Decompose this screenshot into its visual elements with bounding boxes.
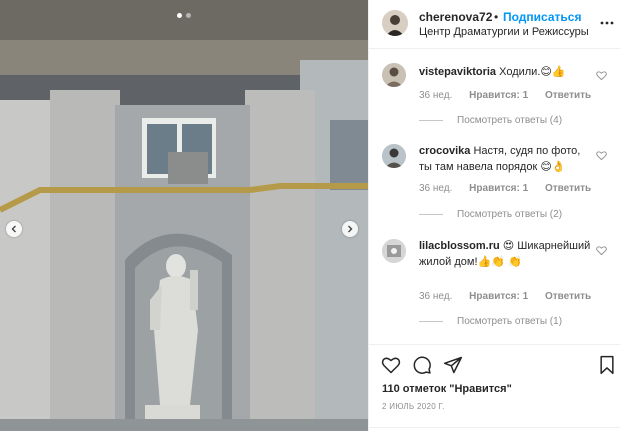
comment-username[interactable]: vistepaviktoria [419,66,496,78]
next-button[interactable] [342,221,358,237]
comment-text: lilacblossom.ru 😍 Шикарнейший жилой дом!… [419,238,594,270]
comment-time: 36 нед. [419,291,453,302]
likes-count[interactable]: 110 отметок "Нравится" [382,383,512,395]
comment-time: 36 нед. [419,90,453,101]
comment-icon[interactable] [412,355,432,375]
prev-button[interactable] [6,221,22,237]
carousel-indicator [0,13,368,18]
view-replies-label: Посмотреть ответы (4) [457,115,563,126]
commenter-avatar[interactable] [382,239,406,263]
carousel-dot [186,13,191,18]
location-link[interactable]: Центр Драматургии и Режиссуры [419,26,589,38]
post-date: 2 июль 2020 г. [382,402,445,411]
comment-username[interactable]: lilacblossom.ru [419,240,500,252]
reply-button[interactable]: Ответить [545,90,591,101]
reply-button[interactable]: Ответить [545,183,591,194]
view-replies-button[interactable]: Посмотреть ответы (1) [419,316,562,327]
author-username[interactable]: cherenova72 [419,10,492,24]
author-avatar[interactable] [382,10,408,36]
post-header: cherenova72 • Подписаться Центр Драматур… [369,0,620,49]
view-replies-button[interactable]: Посмотреть ответы (2) [419,209,562,220]
comment-username[interactable]: crocovika [419,145,470,157]
view-replies-button[interactable]: Посмотреть ответы (4) [419,115,562,126]
separator-dot: • [494,10,499,24]
post-actions: 110 отметок "Нравится" 2 июль 2020 г. [369,344,620,432]
chevron-left-icon [11,225,16,233]
bookmark-icon[interactable] [597,355,617,375]
heart-icon[interactable] [596,70,607,81]
comment-meta: 36 нед. Нравится: 1 Ответить [419,183,605,194]
comment-body: Ходили.😊👍 [499,66,566,78]
comment-likes[interactable]: Нравится: 1 [469,183,528,194]
chevron-right-icon [348,225,353,233]
view-replies-label: Посмотреть ответы (2) [457,209,563,220]
share-icon[interactable] [443,355,463,375]
divider [369,427,620,428]
heart-icon[interactable] [596,245,607,256]
heart-icon[interactable] [596,150,607,161]
commenter-avatar[interactable] [382,63,406,87]
post-side-panel: cherenova72 • Подписаться Центр Драматур… [368,0,620,431]
comment-likes[interactable]: Нравится: 1 [469,90,528,101]
commenter-avatar[interactable] [382,144,406,168]
post-photo[interactable] [0,0,368,431]
more-icon[interactable] [599,15,615,31]
building-facade-image [0,0,368,431]
follow-button[interactable]: Подписаться [503,10,581,24]
comment-text: crocovika Настя, судя по фото, ты там на… [419,143,594,175]
comment-likes[interactable]: Нравится: 1 [469,291,528,302]
comment-meta: 36 нед. Нравится: 1 Ответить [419,90,605,101]
comment-meta: 36 нед. Нравится: 1 Ответить [419,291,605,302]
comment-text: vistepaviktoria Ходили.😊👍 [419,64,594,80]
view-replies-label: Посмотреть ответы (1) [457,316,563,327]
comment-time: 36 нед. [419,183,453,194]
heart-icon[interactable] [381,355,401,375]
reply-button[interactable]: Ответить [545,291,591,302]
carousel-dot [177,13,182,18]
